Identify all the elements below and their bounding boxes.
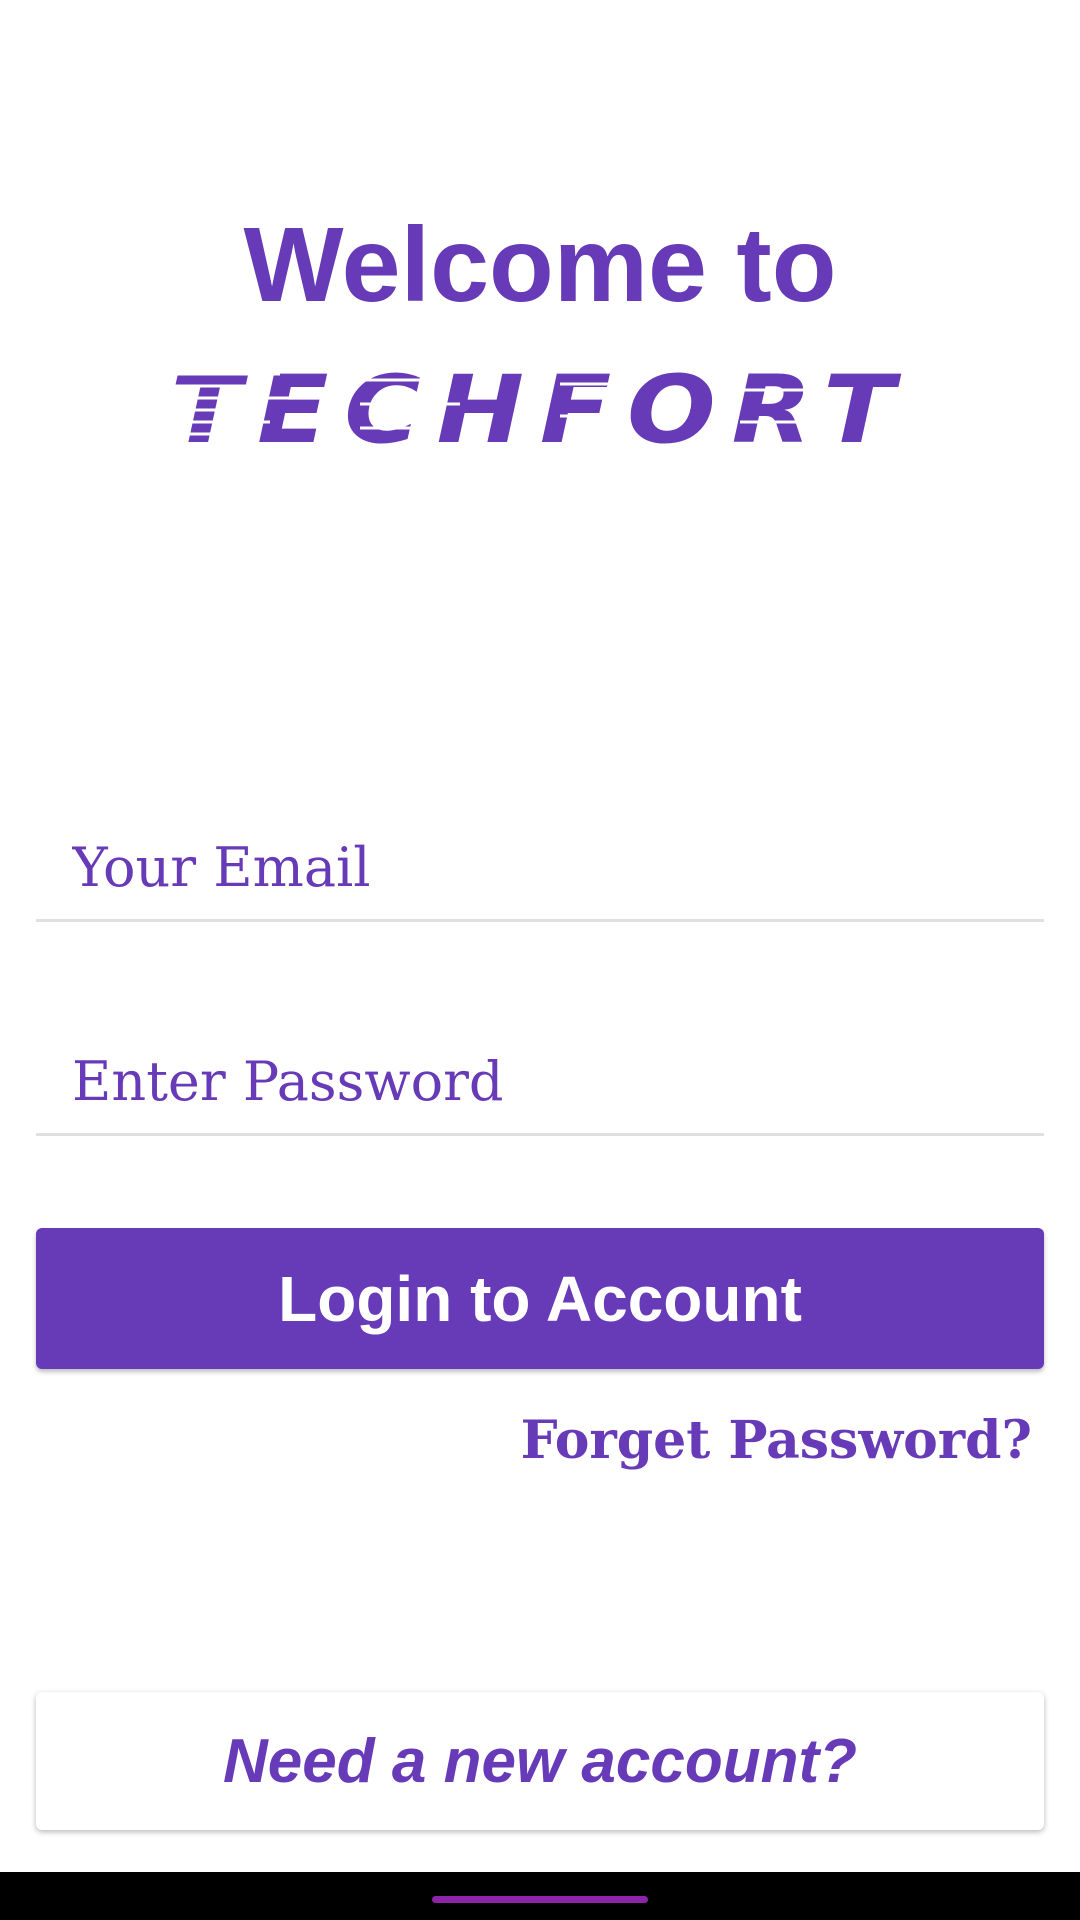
password-field <box>36 1036 1044 1136</box>
email-input[interactable] <box>72 822 1012 912</box>
welcome-heading: Welcome to <box>243 206 837 324</box>
forgot-password-link[interactable]: Forget Password? <box>521 1410 1032 1471</box>
home-gesture-handle[interactable] <box>432 1896 648 1903</box>
login-button[interactable]: Login to Account <box>36 1228 1044 1369</box>
login-screen: Welcome to TECHFORT <box>0 0 1080 1920</box>
email-field <box>36 822 1044 922</box>
password-input[interactable] <box>72 1036 1012 1126</box>
techfort-logo: TECHFORT <box>160 360 920 460</box>
new-account-button[interactable]: Need a new account? <box>36 1692 1044 1830</box>
